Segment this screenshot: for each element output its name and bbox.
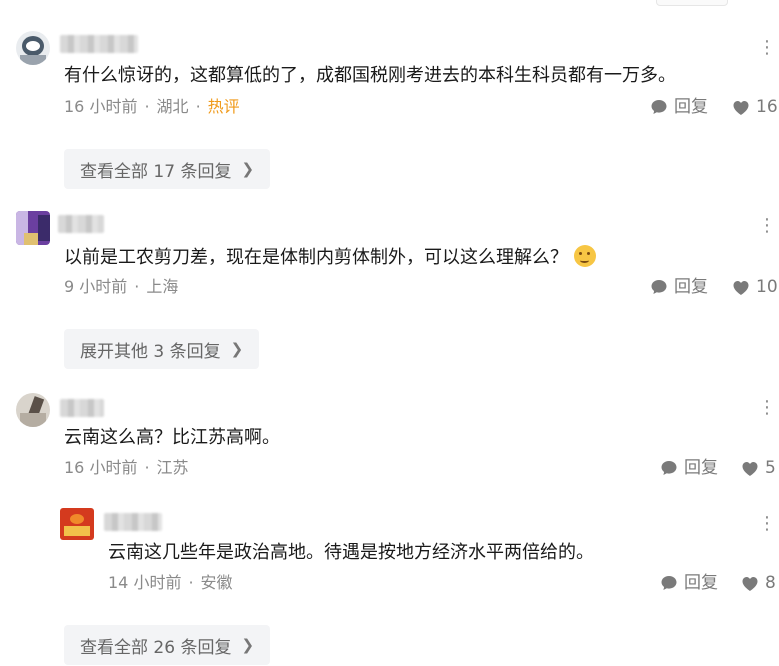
reply-label: 回复	[684, 458, 718, 478]
like-count: 16(	[756, 97, 779, 117]
heart-icon	[742, 461, 758, 476]
location: 江苏	[156, 458, 189, 477]
comment-meta: 16 小时前 · 江苏	[64, 458, 189, 477]
more-dots-icon[interactable]: ⋮	[758, 399, 776, 417]
username[interactable]	[60, 35, 138, 53]
like-count: 5	[765, 458, 776, 478]
top-bar-button[interactable]	[656, 0, 728, 6]
hot-badge: 热评	[207, 97, 240, 116]
like-button[interactable]: 10.	[732, 276, 779, 298]
reply-meta: 14 小时前 · 安徽	[108, 573, 233, 592]
comment-bubble-icon	[661, 576, 677, 590]
avatar[interactable]	[16, 31, 50, 65]
comment-meta: 9 小时前 · 上海	[64, 277, 179, 296]
location: 安徽	[200, 573, 233, 592]
comment-bubble-icon	[661, 461, 677, 475]
heart-icon	[733, 100, 749, 115]
heart-icon	[742, 576, 758, 591]
more-dots-icon[interactable]: ⋮	[758, 217, 776, 235]
chevron-right-icon: ❯	[230, 340, 244, 358]
reply-label: 回复	[684, 573, 718, 593]
avatar[interactable]	[16, 393, 50, 427]
top-bar	[0, 0, 779, 20]
username[interactable]	[58, 215, 104, 233]
heart-icon	[733, 280, 749, 295]
reply-button[interactable]: 回复	[660, 572, 718, 594]
username[interactable]	[60, 399, 104, 417]
timestamp: 9 小时前	[64, 277, 128, 296]
location: 湖北	[156, 97, 189, 116]
location: 上海	[146, 277, 179, 296]
like-button[interactable]: 16(	[732, 96, 779, 118]
show-replies-label: 查看全部 17 条回复	[80, 161, 232, 182]
avatar[interactable]	[16, 211, 50, 245]
comment-bubble-icon	[651, 280, 667, 294]
reply-avatar[interactable]	[60, 508, 94, 540]
comment-text-content: 以前是工农剪刀差，现在是体制内剪体制外，可以这么理解么？	[64, 247, 568, 268]
more-dots-icon[interactable]: ⋮	[758, 515, 776, 533]
show-replies-label: 查看全部 26 条回复	[80, 637, 232, 658]
reply-username[interactable]	[104, 513, 162, 531]
comment-text: 以前是工农剪刀差，现在是体制内剪体制外，可以这么理解么？	[64, 245, 596, 270]
like-count: 8	[765, 573, 776, 593]
reply-label: 回复	[674, 97, 708, 117]
show-all-replies-button[interactable]: 查看全部 26 条回复 ❯	[64, 625, 271, 665]
chevron-right-icon: ❯	[241, 160, 255, 178]
timestamp: 14 小时前	[108, 573, 182, 592]
comment-bubble-icon	[651, 100, 667, 114]
more-dots-icon[interactable]: ⋮	[758, 39, 776, 57]
reply-label: 回复	[674, 277, 708, 297]
expand-replies-button[interactable]: 展开其他 3 条回复 ❯	[64, 329, 260, 369]
timestamp: 16 小时前	[64, 97, 138, 116]
show-all-replies-button[interactable]: 查看全部 17 条回复 ❯	[64, 149, 271, 189]
comment-text: 有什么惊讶的，这都算低的了，成都国税刚考进去的本科生科员都有一万多。	[64, 65, 676, 86]
reply-button[interactable]: 回复	[650, 276, 708, 298]
chevron-right-icon: ❯	[241, 636, 255, 654]
like-count: 10.	[756, 277, 779, 297]
like-button[interactable]: 8	[741, 572, 776, 594]
show-replies-label: 展开其他 3 条回复	[80, 341, 221, 362]
timestamp: 16 小时前	[64, 458, 138, 477]
comment-text: 云南这么高？比江苏高啊。	[64, 427, 280, 448]
like-button[interactable]: 5	[741, 457, 776, 479]
reply-button[interactable]: 回复	[660, 457, 718, 479]
comment-meta: 16 小时前 · 湖北 · 热评	[64, 97, 240, 116]
reply-text: 云南这几些年是政治高地。待遇是按地方经济水平两倍给的。	[108, 542, 594, 563]
thinking-face-emoji	[574, 245, 596, 267]
reply-button[interactable]: 回复	[650, 96, 708, 118]
